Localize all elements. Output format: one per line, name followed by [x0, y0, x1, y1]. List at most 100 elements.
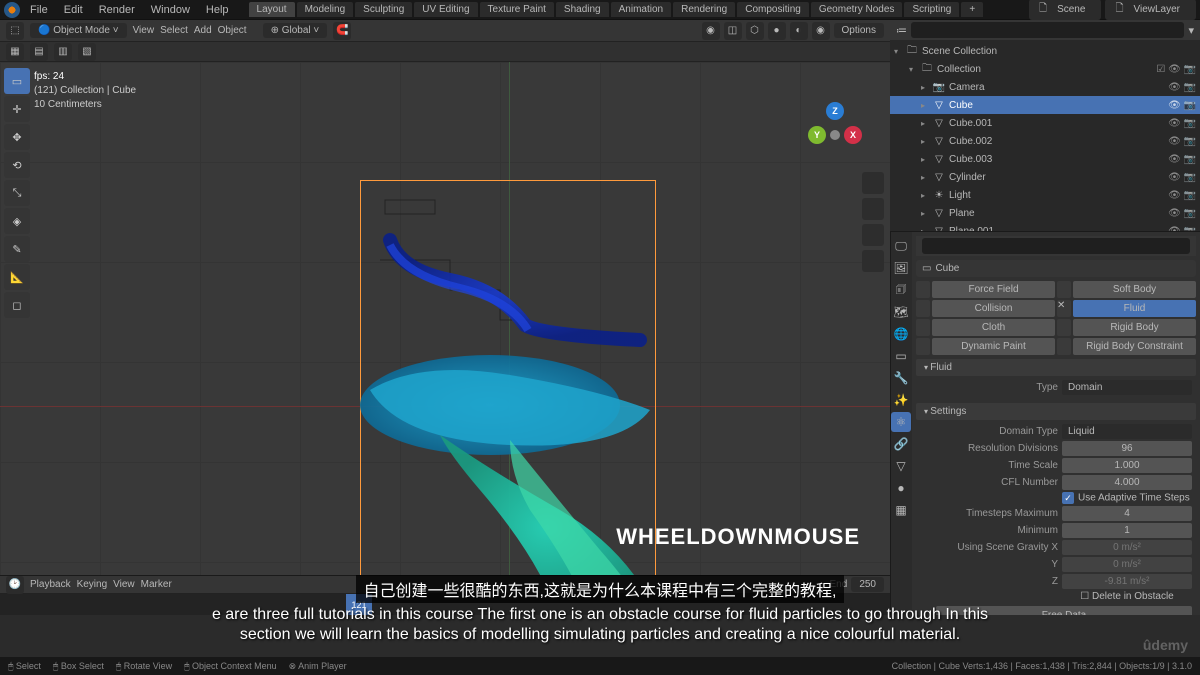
tree-item-cylinder[interactable]: ▸▽Cylinder👁 📷 — [890, 168, 1200, 186]
cloth-button[interactable]: Cloth — [932, 319, 1055, 336]
tab-output-icon[interactable]: 🖼 — [891, 258, 911, 278]
menu-file[interactable]: File — [24, 4, 54, 16]
menu-window[interactable]: Window — [145, 4, 196, 16]
free-data-button[interactable]: Free Data — [936, 606, 1192, 615]
vp-view[interactable]: View — [133, 25, 155, 36]
shape-3-icon[interactable]: ▥ — [54, 43, 72, 61]
tab-constraints-icon[interactable]: 🔗 — [891, 434, 911, 454]
force-field-button[interactable]: Force Field — [932, 281, 1055, 298]
tab-viewlayer-icon[interactable]: 🗊 — [891, 280, 911, 300]
editor-type-icon[interactable]: ⬚ — [6, 22, 24, 40]
fluid-button[interactable]: Fluid — [1073, 300, 1196, 317]
xray-icon[interactable]: ◫ — [724, 22, 742, 40]
tl-keying[interactable]: Keying — [77, 579, 108, 590]
workspace-tab-rendering[interactable]: Rendering — [673, 2, 735, 17]
outliner-search[interactable] — [911, 22, 1184, 38]
cfl-input[interactable]: 4.000 — [1062, 475, 1192, 490]
tab-physics-icon[interactable]: ⚛ — [891, 412, 911, 432]
workspace-add-button[interactable]: + — [961, 2, 983, 17]
shape-1-icon[interactable]: ▦ — [6, 43, 24, 61]
tab-texture-icon[interactable]: ▦ — [891, 500, 911, 520]
tl-marker[interactable]: Marker — [141, 579, 172, 590]
gizmo-y-icon[interactable]: Y — [808, 126, 826, 144]
perspective-icon[interactable] — [862, 250, 884, 272]
camera-icon[interactable] — [862, 224, 884, 246]
options-dropdown[interactable]: Options — [834, 23, 884, 38]
annotate-tool[interactable]: ✎ — [4, 236, 30, 262]
tab-scene-icon[interactable]: 🗺 — [891, 302, 911, 322]
shade-render-icon[interactable]: ◉ — [812, 22, 830, 40]
addcube-tool[interactable]: ◻ — [4, 292, 30, 318]
domaintype-dropdown[interactable]: Liquid — [1062, 424, 1192, 439]
tscale-input[interactable]: 1.000 — [1062, 458, 1192, 473]
shade-wire-icon[interactable]: ⬡ — [746, 22, 764, 40]
menu-help[interactable]: Help — [200, 4, 235, 16]
mode-dropdown[interactable]: 🔵 Object Mode ˅ — [30, 23, 127, 38]
shape-4-icon[interactable]: ▧ — [78, 43, 96, 61]
rigid-constraint-button[interactable]: Rigid Body Constraint — [1073, 338, 1196, 355]
workspace-tab-uv-editing[interactable]: UV Editing — [414, 2, 477, 17]
outliner-editor-icon[interactable]: ≔ — [896, 24, 907, 37]
shape-2-icon[interactable]: ▤ — [30, 43, 48, 61]
workspace-tab-compositing[interactable]: Compositing — [737, 2, 809, 17]
tab-particles-icon[interactable]: ✨ — [891, 390, 911, 410]
tree-item-cube-001[interactable]: ▸▽Cube.001👁 📷 — [890, 114, 1200, 132]
pan-icon[interactable] — [862, 198, 884, 220]
tree-item-plane-001[interactable]: ▸▽Plane.001👁 📷 — [890, 222, 1200, 232]
fluid-panel-header[interactable]: Fluid — [916, 359, 1196, 376]
tab-material-icon[interactable]: ● — [891, 478, 911, 498]
nav-gizmo[interactable]: Z Y X — [800, 102, 870, 172]
tree-scene-collection[interactable]: ▾🗀Scene Collection — [890, 42, 1200, 60]
tree-item-plane[interactable]: ▸▽Plane👁 📷 — [890, 204, 1200, 222]
3d-viewport[interactable]: fps: 24 (121) Collection | Cube 10 Centi… — [0, 62, 890, 575]
tsmax-input[interactable]: 4 — [1062, 506, 1192, 521]
rigid-body-button[interactable]: Rigid Body — [1073, 319, 1196, 336]
soft-body-button[interactable]: Soft Body — [1073, 281, 1196, 298]
tree-collection[interactable]: ▾🗀Collection☑ 👁 📷 — [890, 60, 1200, 78]
workspace-tab-layout[interactable]: Layout — [249, 2, 295, 17]
workspace-tab-geometry-nodes[interactable]: Geometry Nodes — [811, 2, 903, 17]
tl-view[interactable]: View — [113, 579, 135, 590]
cursor-tool[interactable]: ✛ — [4, 96, 30, 122]
workspace-tab-animation[interactable]: Animation — [611, 2, 671, 17]
tree-item-cube-003[interactable]: ▸▽Cube.003👁 📷 — [890, 150, 1200, 168]
viewlayer-selector[interactable]: 🗋 ViewLayer — [1105, 0, 1196, 20]
vp-select[interactable]: Select — [160, 25, 188, 36]
type-dropdown[interactable]: Domain — [1062, 380, 1192, 395]
vp-object[interactable]: Object — [218, 25, 247, 36]
menu-edit[interactable]: Edit — [58, 4, 89, 16]
workspace-tab-scripting[interactable]: Scripting — [904, 2, 959, 17]
tree-item-light[interactable]: ▸☀Light👁 📷 — [890, 186, 1200, 204]
overlay-icon[interactable]: ◉ — [702, 22, 720, 40]
playhead[interactable]: 121 — [346, 594, 372, 615]
delete-obstacle-checkbox[interactable]: ☐ Delete in Obstacle — [1062, 591, 1192, 602]
dynamic-paint-button[interactable]: Dynamic Paint — [932, 338, 1055, 355]
move-tool[interactable]: ✥ — [4, 124, 30, 150]
tl-end-value[interactable]: 250 — [851, 577, 884, 592]
measure-tool[interactable]: 📐 — [4, 264, 30, 290]
collision-button[interactable]: Collision — [932, 300, 1055, 317]
workspace-tab-texture-paint[interactable]: Texture Paint — [480, 2, 554, 17]
tab-modifiers-icon[interactable]: 🔧 — [891, 368, 911, 388]
gizmo-x-icon[interactable]: X — [844, 126, 862, 144]
scale-tool[interactable]: ⤡ — [4, 180, 30, 206]
tree-item-cube-002[interactable]: ▸▽Cube.002👁 📷 — [890, 132, 1200, 150]
snap-icon[interactable]: 🧲 — [333, 22, 351, 40]
orientation-dropdown[interactable]: ⊕ Global ˅ — [263, 23, 328, 38]
workspace-tab-shading[interactable]: Shading — [556, 2, 609, 17]
scene-selector[interactable]: 🗋 Scene — [1029, 0, 1101, 20]
res-input[interactable]: 96 — [1062, 441, 1192, 456]
tab-object-icon[interactable]: ▭ — [891, 346, 911, 366]
vp-add[interactable]: Add — [194, 25, 212, 36]
rotate-tool[interactable]: ⟲ — [4, 152, 30, 178]
workspace-tab-modeling[interactable]: Modeling — [297, 2, 354, 17]
tl-playback[interactable]: Playback — [30, 579, 71, 590]
select-tool[interactable]: ▭ — [4, 68, 30, 94]
timeline-track[interactable]: 121 — [0, 594, 890, 615]
shade-solid-icon[interactable]: ● — [768, 22, 786, 40]
zoom-icon[interactable] — [862, 172, 884, 194]
gizmo-z-icon[interactable]: Z — [826, 102, 844, 120]
menu-render[interactable]: Render — [93, 4, 141, 16]
filter-icon[interactable]: ▾ — [1188, 24, 1194, 37]
shade-mat-icon[interactable]: ◐ — [790, 22, 808, 40]
